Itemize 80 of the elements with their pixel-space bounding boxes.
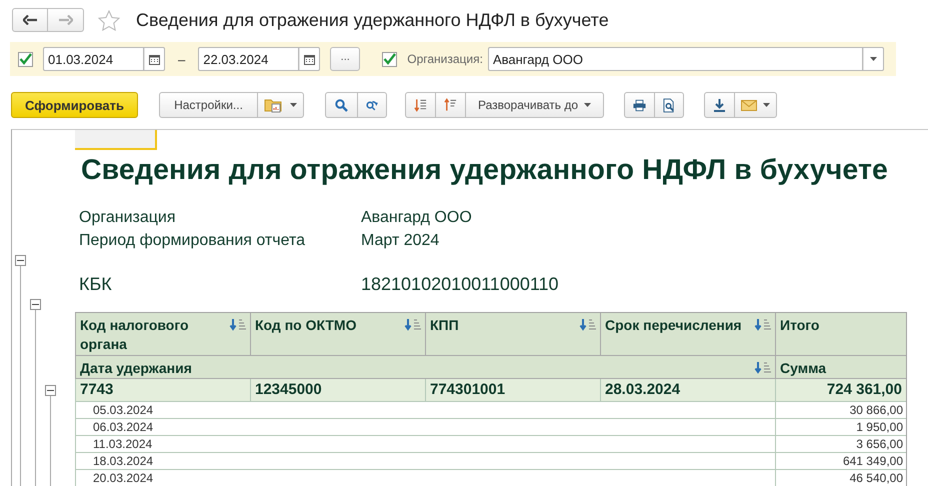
group-total-cell: 724 361,00 (775, 379, 906, 402)
sort-down-icon (414, 98, 427, 112)
info-label: Организация (79, 209, 176, 227)
sort-descending-button[interactable] (405, 92, 436, 118)
amount-cell: 30 866,00 (775, 402, 906, 419)
group-cell: 7743 (75, 379, 250, 402)
amount-cell: 1 950,00 (775, 419, 906, 436)
settings-button[interactable]: Настройки... (159, 92, 258, 118)
expand-to-button[interactable]: Разворачивать до (465, 92, 604, 118)
report-title: Сведения для отражения удержанного НДФЛ в бухучете (81, 154, 890, 187)
sort-icon[interactable] (404, 318, 422, 332)
checkbox[interactable] (18, 52, 33, 66)
calendar-button[interactable] (143, 47, 165, 71)
collapse-icon[interactable] (15, 255, 26, 266)
kbk-label: КБК (79, 274, 113, 295)
caret-icon (584, 103, 592, 107)
sort-icon[interactable] (229, 318, 247, 332)
group-cell: 774301001 (425, 379, 600, 402)
generate-button[interactable]: Сформировать (11, 92, 138, 118)
search-icon (335, 98, 348, 112)
search-repeat-icon (366, 98, 378, 112)
envelope-icon (741, 100, 758, 110)
sort-ascending-button[interactable] (435, 92, 466, 118)
find-next-button[interactable] (357, 92, 387, 118)
group-cell: 12345000 (250, 379, 425, 402)
column-header: КПП (425, 313, 600, 356)
column-header: Код по ОКТМО (250, 313, 425, 356)
date-cell: 20.03.2024 (75, 470, 775, 486)
search-button[interactable] (325, 92, 358, 118)
amount-cell: 46 540,00 (775, 470, 906, 486)
cell-cursor[interactable] (75, 130, 157, 150)
date-cell: 18.03.2024 (75, 453, 775, 470)
range-dash: – (178, 52, 186, 66)
date-cell: 05.03.2024 (75, 402, 775, 419)
column-header: Код налогового органа (75, 313, 250, 356)
caret-icon (290, 103, 297, 107)
date-field[interactable]: 01.03.2024 (43, 47, 143, 71)
back-button[interactable] (12, 8, 48, 32)
sort-up-icon (444, 98, 457, 112)
amount-cell: 641 349,00 (775, 453, 906, 470)
kbk-value: 18210102010011000110 (361, 274, 560, 295)
preview-button[interactable] (654, 92, 684, 118)
date-cell: 11.03.2024 (75, 436, 775, 453)
column-header: Дата удержания (75, 356, 775, 379)
info-value: Авангард ООО (361, 209, 473, 227)
printer-icon (633, 98, 646, 112)
sort-icon[interactable] (579, 318, 597, 332)
column-header: Итого (775, 313, 906, 356)
window-title: Сведения для отражения удержанного НДФЛ в бухучете (136, 10, 609, 30)
print-button[interactable] (624, 92, 656, 118)
calendar-icon (304, 54, 315, 64)
folder-icon (264, 97, 284, 113)
column-header: Срок перечисления (600, 313, 775, 356)
caret-icon (870, 57, 876, 61)
column-header: Сумма (775, 356, 906, 379)
sort-icon[interactable] (754, 318, 772, 332)
collapse-icon[interactable] (45, 385, 56, 396)
calendar-icon (148, 54, 160, 64)
amount-cell: 3 656,00 (775, 436, 906, 453)
dropdown-button[interactable] (862, 47, 884, 71)
calendar-button[interactable] (298, 47, 320, 71)
organization-field[interactable]: Авангард ООО (488, 47, 862, 71)
sort-icon[interactable] (754, 361, 772, 375)
arrow-left-icon (23, 15, 37, 25)
info-value: Март 2024 (361, 232, 440, 250)
field-label: Организация: (407, 52, 483, 66)
page-search-icon (663, 98, 676, 112)
date-cell: 06.03.2024 (75, 419, 775, 436)
arrow-right-icon (58, 15, 72, 25)
caret-icon (763, 103, 770, 107)
collapse-icon[interactable] (30, 299, 41, 310)
star-icon[interactable] (98, 10, 120, 30)
variant-button[interactable] (257, 92, 304, 118)
info-label: Период формирования отчета (79, 232, 306, 250)
download-icon (713, 98, 726, 112)
checkbox[interactable] (382, 52, 398, 66)
date-field[interactable]: 22.03.2024 (198, 47, 298, 71)
save-button[interactable] (704, 92, 736, 118)
period-button[interactable]: ... (330, 47, 360, 71)
group-cell: 28.03.2024 (600, 379, 775, 402)
